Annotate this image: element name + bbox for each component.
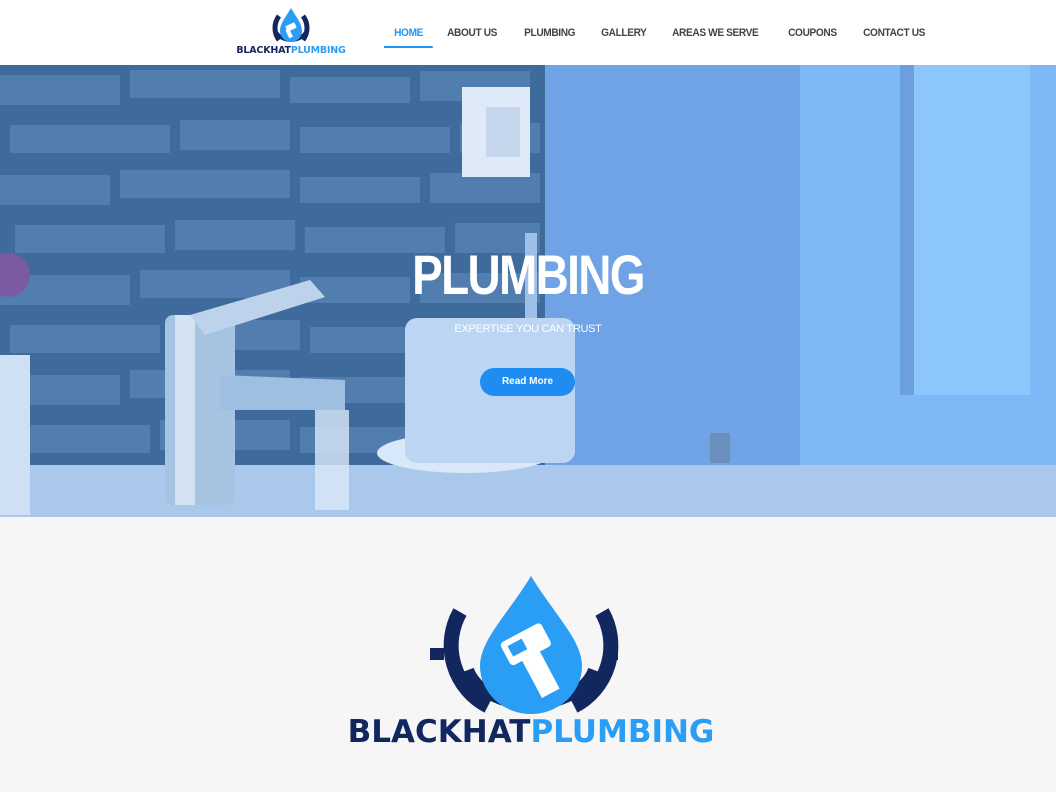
nav-about-us[interactable]: ABOUT US	[437, 18, 507, 46]
brand-logo: BLACKHATPLUMBING	[308, 574, 754, 750]
header-brand-text: BLACKHATPLUMBING	[236, 45, 346, 56]
brand-logo-text: BLACKHATPLUMBING	[347, 714, 715, 750]
hero-title: PLUMBING	[412, 243, 645, 306]
read-more-button[interactable]: Read More	[480, 368, 575, 396]
nav-coupons[interactable]: COUPONS	[778, 18, 847, 46]
hero-subtitle: EXPERTISE YOU CAN TRUST	[454, 323, 602, 335]
nav-home[interactable]: HOME	[384, 18, 434, 48]
nav-plumbing[interactable]: PLUMBING	[514, 18, 585, 46]
nav-contact-us[interactable]: CONTACT US	[853, 18, 935, 46]
main-nav: HOME ABOUT US PLUMBING GALLERY AREAS WE …	[384, 18, 942, 48]
water-drop-wrench-logo-icon	[272, 8, 310, 42]
site-header: BLACKHATPLUMBING HOME ABOUT US PLUMBING …	[0, 0, 1056, 65]
hero-banner: PLUMBING EXPERTISE YOU CAN TRUST Read Mo…	[0, 65, 1056, 517]
header-logo[interactable]: BLACKHATPLUMBING	[234, 6, 348, 60]
nav-gallery[interactable]: GALLERY	[591, 18, 657, 46]
nav-areas-we-serve[interactable]: AREAS WE SERVE	[662, 18, 769, 46]
water-drop-wrench-logo-icon	[430, 576, 619, 714]
